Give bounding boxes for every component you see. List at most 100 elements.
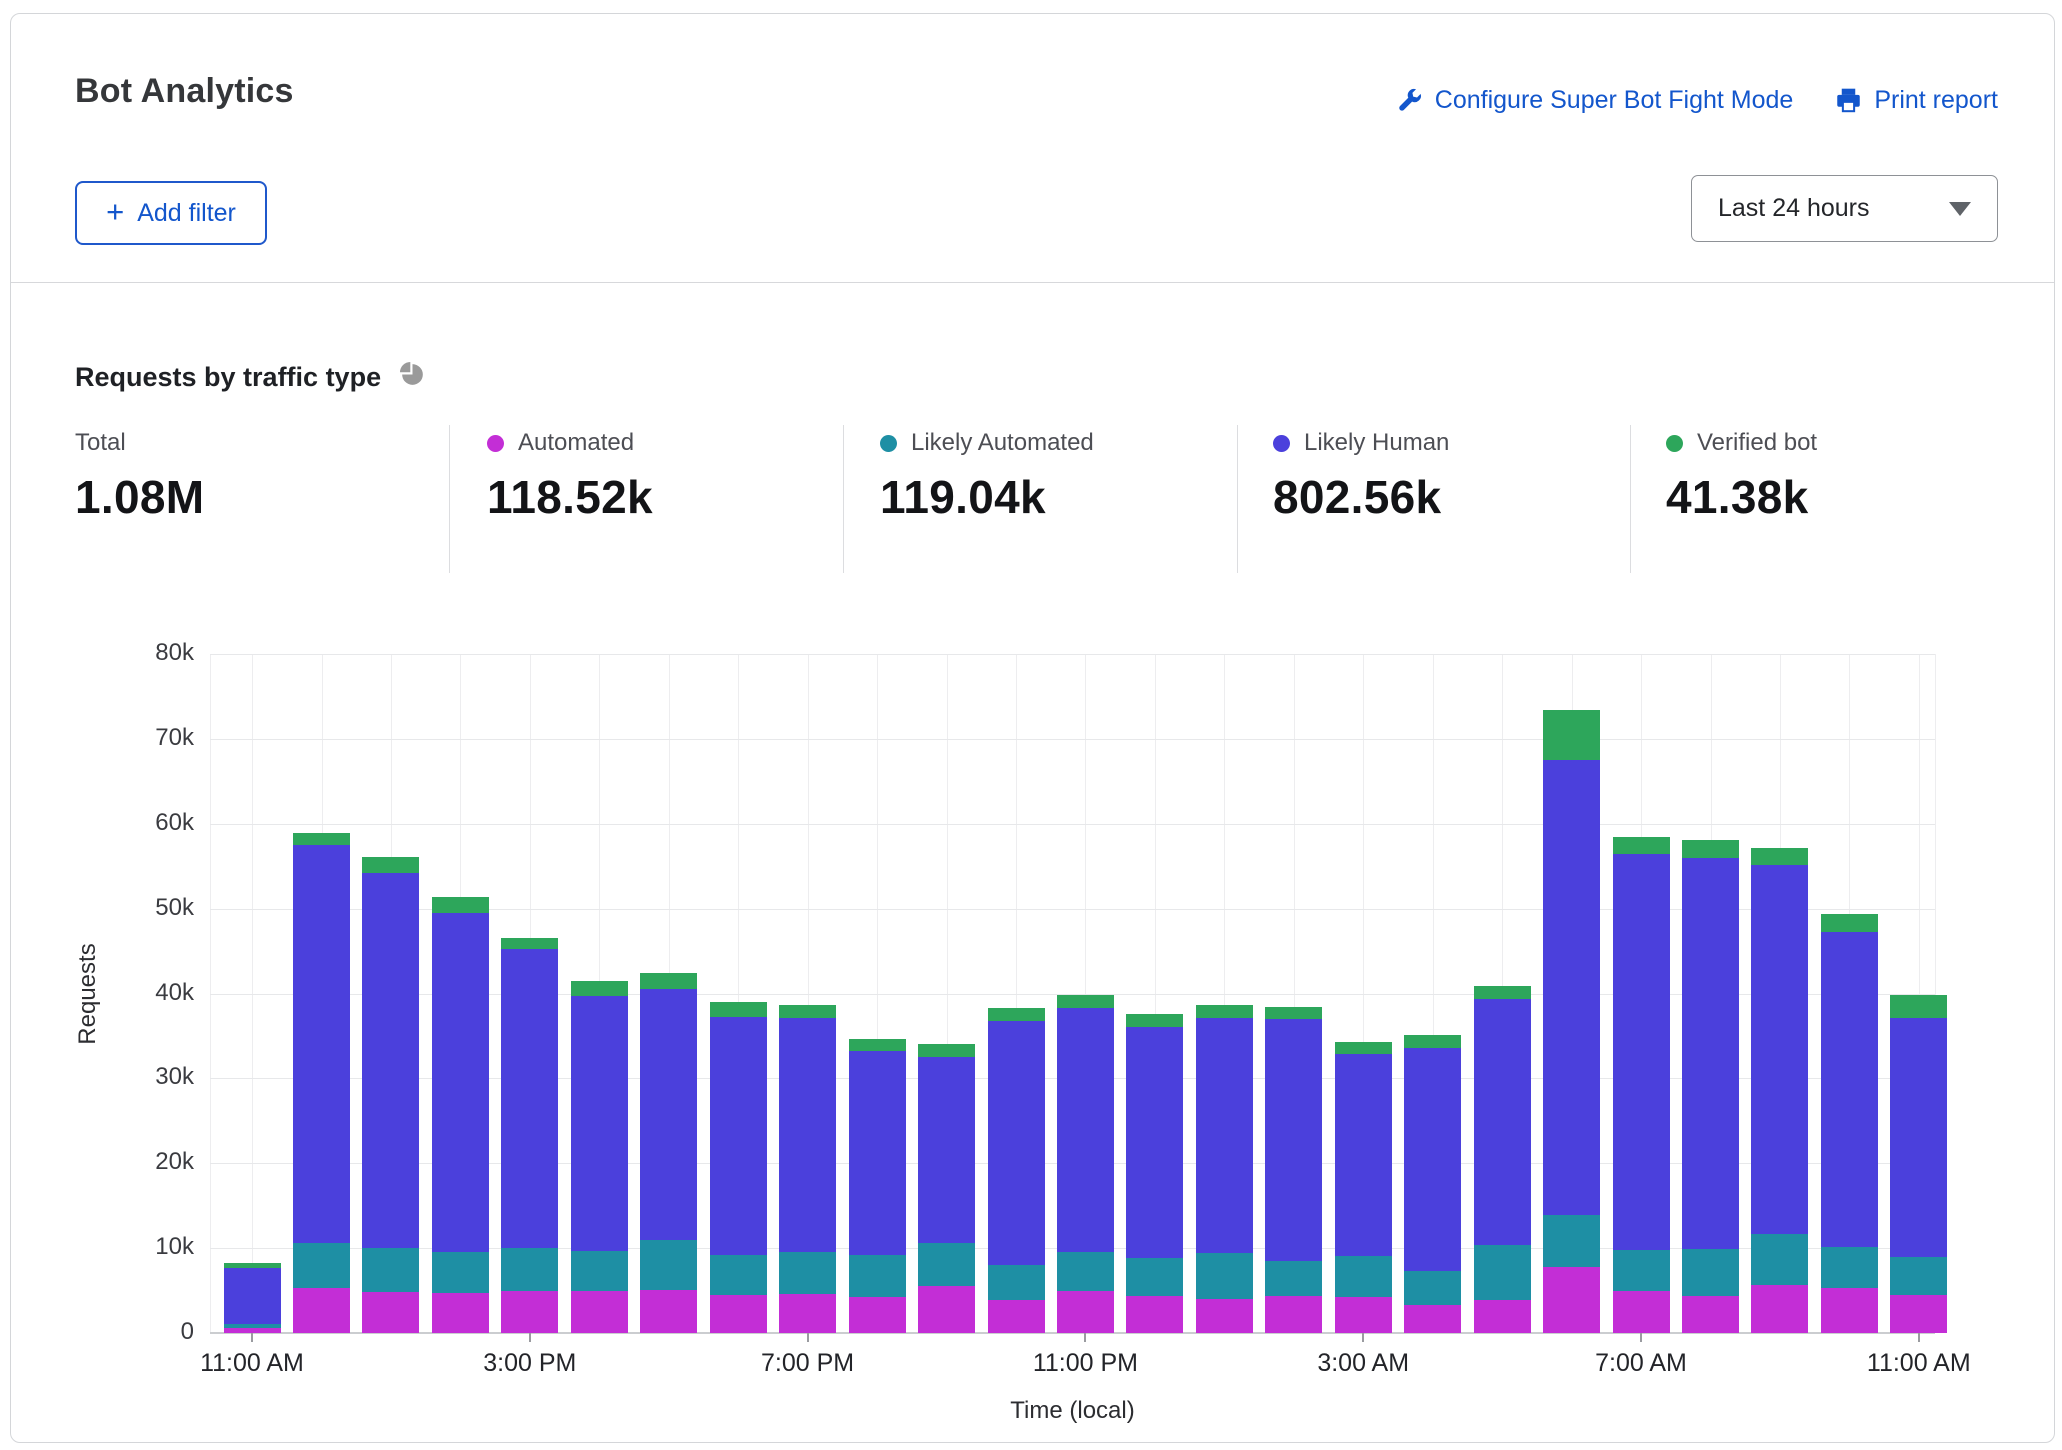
bar-segment-likely-human[interactable] [571, 996, 628, 1251]
bar-segment-verified-bot[interactable] [1751, 848, 1808, 865]
bar-segment-likely-automated[interactable] [501, 1248, 558, 1290]
bar-segment-verified-bot[interactable] [501, 938, 558, 950]
configure-super-bot-fight-mode-link[interactable]: Configure Super Bot Fight Mode [1396, 86, 1794, 115]
bar-segment-verified-bot[interactable] [1126, 1014, 1183, 1027]
bar-segment-likely-automated[interactable] [1196, 1253, 1253, 1299]
bar-segment-verified-bot[interactable] [779, 1005, 836, 1018]
bar-segment-likely-human[interactable] [1474, 999, 1531, 1245]
bar-segment-likely-automated[interactable] [849, 1255, 906, 1297]
bar-segment-verified-bot[interactable] [1682, 840, 1739, 858]
bar-segment-verified-bot[interactable] [1474, 986, 1531, 999]
bar-segment-automated[interactable] [293, 1288, 350, 1333]
bar-segment-likely-human[interactable] [1265, 1019, 1322, 1261]
bar-segment-automated[interactable] [918, 1286, 975, 1333]
bar-segment-likely-human[interactable] [1057, 1008, 1114, 1252]
time-range-dropdown[interactable]: Last 24 hours [1691, 175, 1998, 242]
bar-segment-automated[interactable] [988, 1300, 1045, 1333]
add-filter-button[interactable]: + Add filter [75, 181, 267, 245]
bar-segment-likely-human[interactable] [988, 1021, 1045, 1265]
bar-segment-likely-human[interactable] [1682, 858, 1739, 1249]
bar-segment-likely-automated[interactable] [1751, 1234, 1808, 1285]
bar-segment-verified-bot[interactable] [293, 833, 350, 845]
bar-segment-likely-automated[interactable] [1265, 1261, 1322, 1296]
bar-segment-likely-human[interactable] [1890, 1018, 1947, 1257]
bar-segment-verified-bot[interactable] [1057, 995, 1114, 1008]
bar-segment-verified-bot[interactable] [362, 857, 419, 873]
bar-segment-verified-bot[interactable] [1196, 1005, 1253, 1018]
bar-segment-likely-human[interactable] [432, 913, 489, 1252]
bar-segment-automated[interactable] [640, 1290, 697, 1333]
bar-segment-automated[interactable] [571, 1291, 628, 1333]
bar-segment-likely-automated[interactable] [710, 1255, 767, 1295]
bar-segment-likely-automated[interactable] [1474, 1245, 1531, 1300]
bar-segment-likely-human[interactable] [224, 1268, 281, 1324]
bar-segment-likely-automated[interactable] [1057, 1252, 1114, 1291]
bar-segment-automated[interactable] [362, 1292, 419, 1333]
bar-segment-likely-human[interactable] [640, 989, 697, 1239]
bar-segment-likely-automated[interactable] [432, 1252, 489, 1294]
bar-segment-likely-automated[interactable] [1543, 1215, 1600, 1267]
print-report-link[interactable]: Print report [1835, 86, 1998, 115]
bar-segment-likely-automated[interactable] [988, 1265, 1045, 1300]
bar-segment-likely-automated[interactable] [362, 1248, 419, 1292]
bar-segment-likely-automated[interactable] [1613, 1250, 1670, 1292]
bar-segment-likely-automated[interactable] [1682, 1249, 1739, 1296]
bar-segment-automated[interactable] [1821, 1288, 1878, 1333]
bar-segment-automated[interactable] [1265, 1296, 1322, 1333]
bar-segment-verified-bot[interactable] [1404, 1035, 1461, 1048]
bar-segment-automated[interactable] [849, 1297, 906, 1334]
stat-automated[interactable]: Automated 118.52k [487, 429, 653, 524]
bar-segment-automated[interactable] [1474, 1300, 1531, 1333]
bar-segment-automated[interactable] [501, 1291, 558, 1333]
bar-segment-verified-bot[interactable] [640, 973, 697, 989]
bar-segment-verified-bot[interactable] [1335, 1042, 1392, 1054]
bar-segment-likely-automated[interactable] [1404, 1271, 1461, 1305]
bar-segment-automated[interactable] [779, 1294, 836, 1333]
bar-segment-likely-automated[interactable] [1821, 1247, 1878, 1288]
bar-segment-automated[interactable] [1543, 1267, 1600, 1333]
bar-segment-verified-bot[interactable] [988, 1008, 1045, 1021]
bar-segment-likely-human[interactable] [710, 1017, 767, 1255]
bar-segment-likely-automated[interactable] [1126, 1258, 1183, 1295]
stat-verified-bot[interactable]: Verified bot 41.38k [1666, 429, 1817, 524]
bar-segment-likely-human[interactable] [918, 1057, 975, 1243]
bar-segment-automated[interactable] [1751, 1285, 1808, 1333]
bar-segment-verified-bot[interactable] [571, 981, 628, 996]
bar-segment-verified-bot[interactable] [1890, 995, 1947, 1018]
bar-segment-likely-human[interactable] [849, 1051, 906, 1255]
bar-segment-likely-human[interactable] [1196, 1018, 1253, 1253]
bar-segment-likely-human[interactable] [779, 1018, 836, 1252]
bar-segment-likely-human[interactable] [1751, 865, 1808, 1233]
bar-segment-likely-automated[interactable] [571, 1251, 628, 1291]
stat-likely-automated[interactable]: Likely Automated 119.04k [880, 429, 1094, 524]
bar-segment-likely-automated[interactable] [224, 1324, 281, 1328]
bar-segment-likely-human[interactable] [362, 873, 419, 1248]
bar-segment-verified-bot[interactable] [849, 1039, 906, 1052]
bar-segment-automated[interactable] [1335, 1297, 1392, 1333]
bar-segment-automated[interactable] [1613, 1291, 1670, 1333]
bar-segment-likely-human[interactable] [1821, 932, 1878, 1247]
bar-segment-likely-automated[interactable] [1335, 1256, 1392, 1298]
bar-segment-likely-human[interactable] [1335, 1054, 1392, 1256]
bar-segment-likely-human[interactable] [1404, 1048, 1461, 1271]
bar-segment-likely-automated[interactable] [293, 1243, 350, 1288]
bar-segment-verified-bot[interactable] [710, 1002, 767, 1017]
bar-segment-likely-human[interactable] [293, 845, 350, 1243]
bar-segment-verified-bot[interactable] [918, 1044, 975, 1058]
bar-segment-verified-bot[interactable] [1821, 914, 1878, 933]
bar-segment-likely-automated[interactable] [779, 1252, 836, 1294]
bar-segment-likely-human[interactable] [501, 949, 558, 1248]
stat-likely-human[interactable]: Likely Human 802.56k [1273, 429, 1449, 524]
bar-segment-automated[interactable] [1404, 1305, 1461, 1333]
bar-segment-automated[interactable] [432, 1293, 489, 1333]
bar-segment-verified-bot[interactable] [1543, 710, 1600, 760]
bar-segment-likely-automated[interactable] [640, 1240, 697, 1290]
bar-segment-likely-automated[interactable] [1890, 1257, 1947, 1295]
bar-segment-likely-human[interactable] [1613, 853, 1670, 1249]
bar-segment-likely-human[interactable] [1126, 1027, 1183, 1259]
bar-segment-likely-automated[interactable] [918, 1243, 975, 1286]
bar-segment-automated[interactable] [710, 1295, 767, 1333]
bar-segment-verified-bot[interactable] [432, 897, 489, 913]
bar-segment-automated[interactable] [1196, 1299, 1253, 1333]
bar-segment-automated[interactable] [1057, 1291, 1114, 1333]
